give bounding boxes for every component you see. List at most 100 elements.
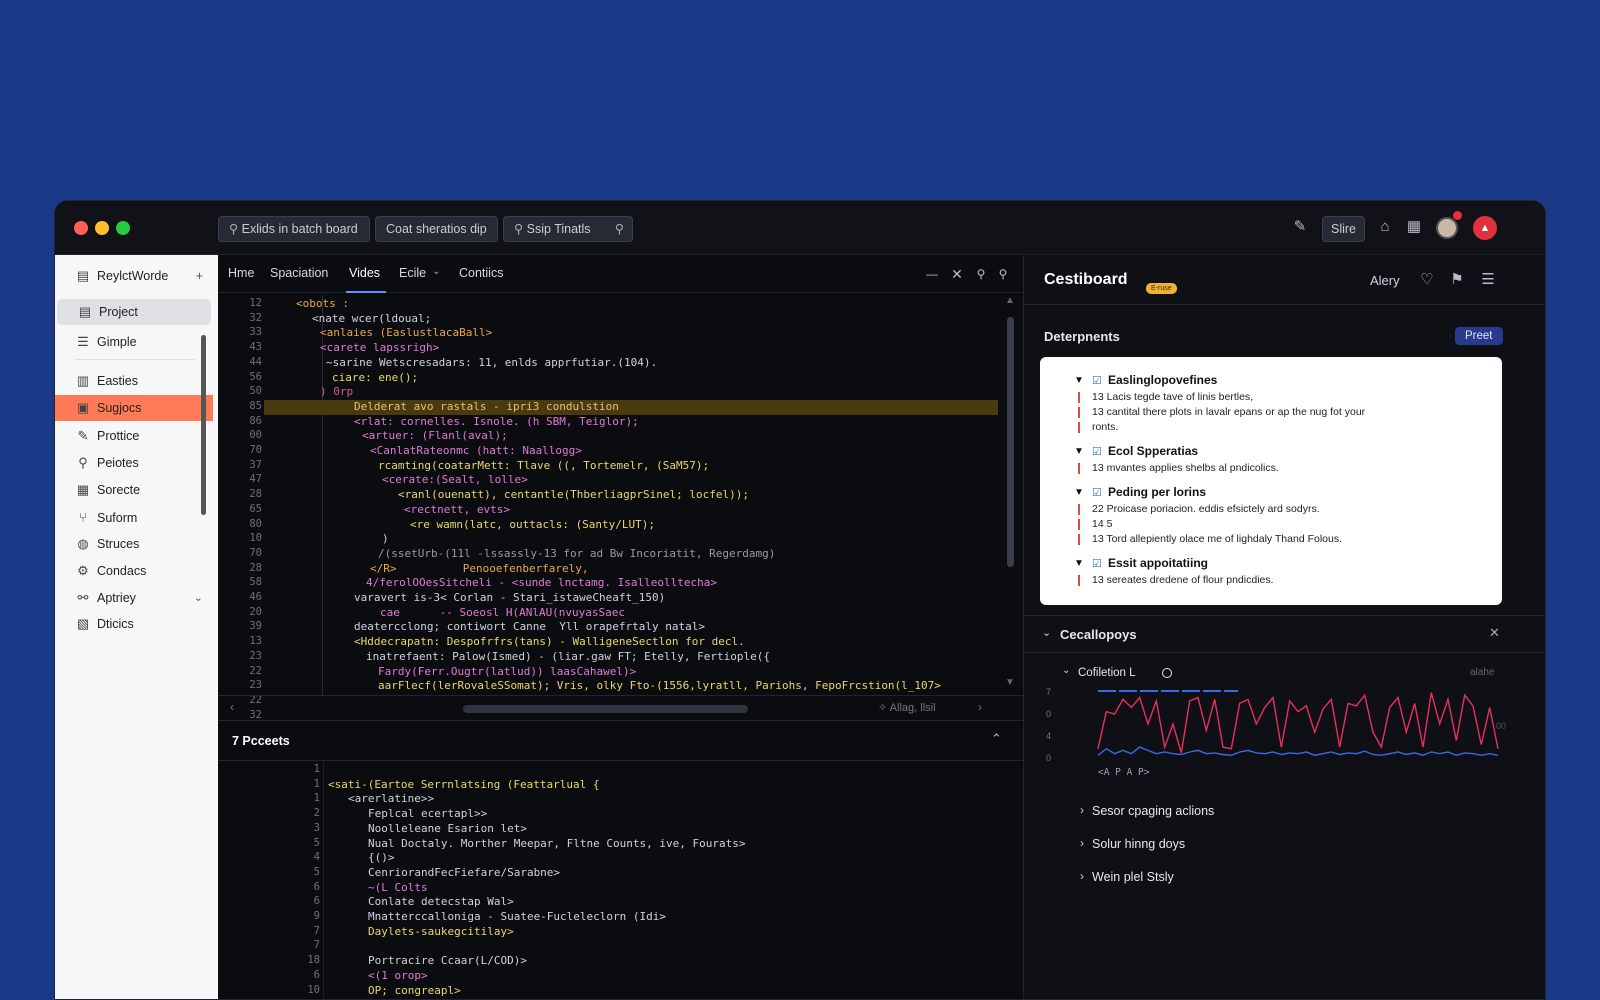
subsection-row[interactable]: › Sesor cpaging aclions [1080,803,1480,823]
chevron-down-icon[interactable]: ⌄ [1042,626,1051,639]
toolbar-tab-2[interactable]: Coat sheratios dip [375,216,498,242]
line-number: 6 [313,968,320,981]
toolbar-tab-1[interactable]: ⚲ Exlids in batch board [218,216,370,242]
tree-item-detail: 13 cantital there plots in lavalr epans … [1092,406,1366,418]
code-line: </R> Penooefenberfarely, [370,561,589,575]
tree-item-title[interactable]: Peding per lorins [1108,485,1206,499]
sidebar-item[interactable]: ⚯ Aptriey ⌄ [55,585,213,611]
tree-item-detail: ronts. [1092,421,1119,433]
tree-item-title[interactable]: Ecol Spperatias [1108,444,1198,458]
file-icon: ▦ [76,482,90,497]
tab-home[interactable]: Hme [228,266,254,280]
y-tick-label: 0 [1046,753,1051,763]
alery-button[interactable]: Alery [1370,273,1400,288]
code-line: {()> [368,851,395,865]
sidebar-item[interactable]: ▦ Sorecte [55,477,213,503]
sidebar-item[interactable]: ▥ Easties [55,368,213,394]
bookmark-icon[interactable]: ⚑ [1448,270,1466,290]
sidebar-item[interactable]: ✎ Prottice [55,423,213,449]
minimize-icon[interactable]: — [924,264,940,284]
close-icon[interactable]: ✕ [949,264,965,284]
indicator-bar [1078,392,1080,403]
line-number: 7 [313,924,320,937]
split-icon[interactable]: ⚲ [973,264,989,284]
chevron-down-icon[interactable]: ⌄ [1062,665,1070,676]
sidebar-item[interactable]: ▣ Sugjocs [55,395,213,421]
sidebar-header-label: ReylctWorde [97,269,169,283]
code-line: cae -- Soeosl H(ANlAU(nvuyasSaec [380,605,626,619]
line-number: 56 [249,370,262,383]
sidebar-item-label: Peiotes [97,456,139,470]
scroll-left-icon[interactable]: ‹ [230,700,234,714]
close-window-button[interactable] [74,221,88,235]
line-number: 28 [249,488,262,501]
grid-icon[interactable]: ▦ [1404,217,1424,237]
scroll-right-icon[interactable]: › [978,700,982,714]
code-line: <artuer: (Flanl(aval); [362,429,508,443]
tree-item-detail: 22 Proicase poriacion. eddis efsictely a… [1092,503,1320,515]
user-icon[interactable]: ♡ [1418,270,1436,290]
tab-vides[interactable]: Vides [349,266,380,280]
tree-item-title[interactable]: Easlinglopovefines [1108,373,1217,387]
sidebar-item[interactable]: ⚙ Condacs [55,558,213,584]
preet-button[interactable]: Preet [1455,327,1503,345]
notification-dot [1453,211,1462,220]
chevron-down-icon[interactable]: ▼ [1074,558,1084,569]
zoom-icon[interactable]: ⚲ [995,264,1011,284]
line-number: 9 [313,910,320,922]
code-line: <Hddecrapatn: Despofrfrs(tans) - Wallige… [354,635,745,649]
code-line: inatrefaent: Palow(Ismed) - (liar.gaw FT… [366,649,770,663]
vertical-scrollbar[interactable]: ▲ ▼ [998,293,1023,695]
tab-contiics[interactable]: Contiics [459,266,503,280]
menu-icon[interactable]: ☰ [1479,270,1497,290]
sidebar-item[interactable]: ◍ Struces [55,531,213,557]
tree-item-title[interactable]: Essit appoitatiing [1108,556,1208,570]
sidebar-item-label: Sorecte [97,483,141,497]
output-code[interactable]: <sati-(Eartoe Serrnlatsing (Feattarlual … [328,761,1018,999]
line-number: 23 [249,649,262,662]
sidebar-item-label: Sugjocs [97,401,142,415]
scroll-thumb[interactable] [1007,317,1014,567]
chevron-up-icon[interactable]: ⌃ [991,731,1002,747]
scroll-up-icon[interactable]: ▲ [1005,295,1015,306]
sidebar-item[interactable]: ⑂ Suform [55,505,213,531]
line-number: 18 [307,954,320,967]
indicator-bar [1078,519,1080,530]
close-icon[interactable]: ✕ [1489,625,1500,641]
chevron-down-icon[interactable]: ⌄ [432,266,440,277]
maximize-window-button[interactable] [116,221,130,235]
chevron-down-icon[interactable]: ▼ [1074,487,1084,498]
line-number: 70 [249,444,262,456]
chevron-down-icon[interactable]: ⌄ [194,585,203,611]
subsection-row[interactable]: › Solur hinng doys [1080,836,1480,856]
tab-spaciation[interactable]: Spaciation [270,266,328,280]
alert-button[interactable]: ▲ [1473,216,1497,240]
horizontal-thumb[interactable] [463,705,748,713]
code-line: aarFlecf(lerRovaleSSomat); Vris, olky Ft… [378,679,941,693]
add-icon[interactable]: + [196,263,203,289]
subsection-row[interactable]: › Wein plel Stsly [1080,869,1480,889]
chevron-down-icon[interactable]: ▼ [1074,446,1084,457]
sidebar-item[interactable]: ▤ Project [57,299,211,325]
code-line: <anlaies (EaslustlacaBall> [320,326,493,340]
home-icon[interactable]: ⌂ [1375,217,1395,237]
avatar[interactable] [1436,217,1458,239]
status-badge: E-ruse [1146,283,1177,294]
sidebar-scrollbar[interactable] [201,335,206,515]
title-bar: ⚲ Exlids in batch board Coat sheratios d… [55,201,1545,255]
scroll-down-icon[interactable]: ▼ [1005,677,1015,688]
pen-icon[interactable]: ✎ [1290,217,1310,237]
checklist-icon: ☑ [1092,375,1102,387]
share-button[interactable]: Slire [1322,216,1365,242]
toolbar-search[interactable]: ⚲ Ssip Tinatls ⚲ [503,216,633,242]
chart-caption: <A P A P> [1098,767,1150,778]
chevron-down-icon[interactable]: ▼ [1074,375,1084,386]
horizontal-scrollbar[interactable]: ‹ ✧ Allag, llsil › [218,695,1023,721]
minimize-window-button[interactable] [95,221,109,235]
sidebar-item[interactable]: ▧ Dticics [55,611,213,637]
tab-ecile[interactable]: Ecile [399,266,426,280]
sidebar-item[interactable]: ⚲ Peiotes [55,450,213,476]
sidebar-item[interactable]: ☰ Gimple [55,329,213,355]
sidebar-header[interactable]: ▤ ReylctWorde + [55,263,213,289]
code-area[interactable]: <obots : <nate wcer(ldoual; <anlaies (Easl… [264,293,998,695]
